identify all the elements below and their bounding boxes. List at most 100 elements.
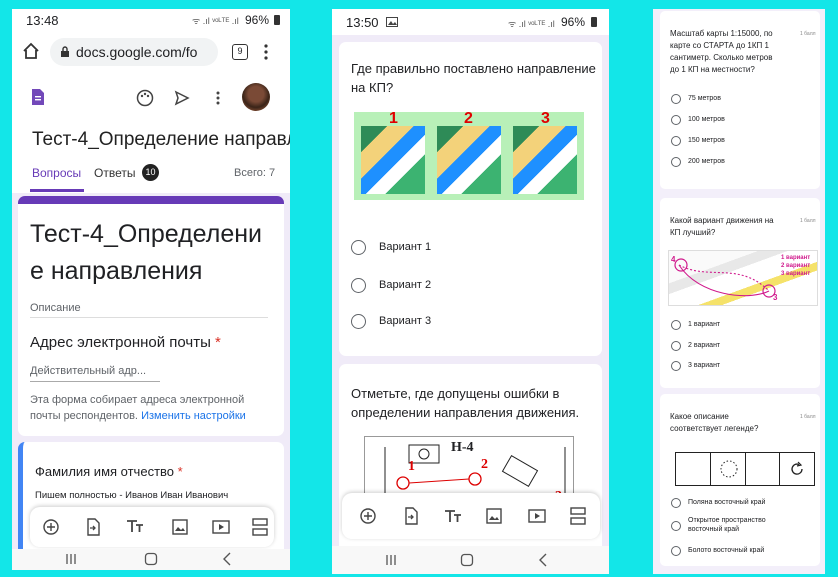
android-nav-bar-2 [332,546,609,574]
legend-option-radio-2[interactable] [671,521,681,531]
home-nav-icon[interactable] [144,552,158,566]
status-battery-2: 96% [561,15,586,29]
add-image-icon-2[interactable] [486,508,502,524]
form-title-header: Тест-4_Определение направл [32,129,290,150]
import-questions-icon[interactable] [86,518,100,536]
required-mark: * [215,334,221,351]
route-map-image: 4 3 1 вариант 2 вариант 3 вариант [668,250,818,306]
question-1-line-2: на КП? [351,80,394,95]
status-time: 13:48 [26,13,59,28]
battery-icon-2 [591,17,597,27]
gallery-notification-icon [386,17,398,27]
clearing-symbol-icon [720,460,738,478]
option-radio-1[interactable] [351,240,366,255]
url-bar[interactable]: docs.google.com/fo [50,38,218,66]
add-section-icon-2[interactable] [570,507,586,525]
legend-cell-4 [780,453,814,485]
add-question-icon-2[interactable] [360,508,376,524]
route-option-radio-2[interactable] [671,341,681,351]
route-option-2[interactable]: 2 вариант [688,342,720,349]
add-section-icon[interactable] [252,518,268,536]
scale-option-4[interactable]: 200 метров [688,158,725,165]
tab-responses[interactable]: Ответы [94,166,135,180]
email-field[interactable]: Действительный адр... [30,365,146,377]
back-nav-icon[interactable] [222,552,232,566]
palette-icon[interactable] [136,89,154,107]
scale-option-radio-2[interactable] [671,115,681,125]
home-icon[interactable] [22,42,40,60]
option-label-3[interactable]: Вариант 3 [379,315,431,327]
form-description[interactable]: Описание [30,302,81,314]
collect-note-text: почты респондентов. [30,410,138,422]
legend-points: 1 балл [800,414,816,420]
tab-questions[interactable]: Вопросы [32,166,81,180]
add-title-icon[interactable] [126,519,144,533]
editor-toolbar-2 [342,493,600,539]
legend-option-radio-1[interactable] [671,498,681,508]
legend-option-radio-3[interactable] [671,546,681,556]
form-more-icon[interactable] [216,91,220,105]
tab-count: 9 [237,46,243,56]
status-time-2: 13:50 [346,15,379,30]
option-radio-2[interactable] [351,278,366,293]
lock-icon [61,46,69,57]
more-menu-icon[interactable] [264,44,268,60]
change-settings-link[interactable]: Изменить настройки [141,410,246,422]
add-video-icon[interactable] [212,520,230,534]
legend-option-2b[interactable]: восточный край [688,526,739,533]
scale-option-radio-1[interactable] [671,94,681,104]
home-nav-icon-2[interactable] [460,553,474,567]
url-text: docs.google.com/fo [76,44,198,60]
collect-note-2: почты респондентов. Изменить настройки [30,410,246,422]
scale-question-line-1: Масштаб карты 1:15000, по [670,29,773,38]
status-bar-2: 13:50 ᯤ .ıl ᵛᵒᴸᵀᴱ .ıl 96% [332,9,609,35]
route-legend-2: 2 вариант [781,263,811,269]
option-radio-3[interactable] [351,314,366,329]
route-option-radio-3[interactable] [671,361,681,371]
legend-symbol-grid [675,452,815,486]
avatar[interactable] [242,83,270,111]
send-icon[interactable] [174,90,190,106]
route-map-number-4: 4 [671,255,676,264]
image-number-1: 1 [389,110,398,127]
total-points: Всего: 7 [234,167,276,179]
scale-option-2[interactable]: 100 метров [688,116,725,123]
add-video-icon-2[interactable] [528,509,546,523]
recent-apps-icon-2[interactable] [385,554,397,566]
question-card-legend[interactable]: Какое описание соответствует легенде? 1 … [660,394,820,566]
scale-option-3[interactable]: 150 метров [688,137,725,144]
question-card-route[interactable]: Какой вариант движения на КП лучший? 1 б… [660,198,820,388]
question-card-scale[interactable]: Масштаб карты 1:15000, по карте со СТАРТ… [660,11,820,189]
scale-question-line-2: карте со СТАРТА до 1КП 1 [670,41,769,50]
forms-header: Тест-4_Определение направл Вопросы Ответ… [12,73,290,193]
scale-option-1[interactable]: 75 метров [688,95,721,102]
diagram-number-1: 1 [408,459,415,474]
add-image-icon[interactable] [172,519,188,535]
question-2-line-2: определении направления движения. [351,405,580,420]
import-questions-icon-2[interactable] [404,507,418,525]
east-side-symbol-icon [791,461,803,475]
email-label-text: Адрес электронной почты [30,334,211,351]
back-nav-icon-2[interactable] [538,553,548,567]
recent-apps-icon[interactable] [65,553,77,565]
legend-option-2a[interactable]: Открытое пространство [688,517,766,524]
status-battery: 96% [245,13,270,27]
scale-option-radio-3[interactable] [671,136,681,146]
route-map-number-3: 3 [773,293,778,302]
tab-switcher-button[interactable]: 9 [232,44,248,60]
route-option-3[interactable]: 3 вариант [688,362,720,369]
legend-cell-1 [676,453,711,485]
option-label-1[interactable]: Вариант 1 [379,241,431,253]
add-title-icon-2[interactable] [444,509,462,523]
legend-option-1[interactable]: Поляна восточный край [688,499,765,506]
add-question-icon[interactable] [43,519,59,535]
legend-option-3[interactable]: Болото восточный край [688,547,764,554]
scale-option-radio-4[interactable] [671,157,681,167]
option-label-2[interactable]: Вариант 2 [379,279,431,291]
route-legend-1: 1 вариант [781,255,811,261]
route-option-1[interactable]: 1 вариант [688,321,720,328]
question-card-direction[interactable]: Где правильно поставлено направление на … [339,42,602,356]
legend-question-line-2: соответствует легенде? [670,424,759,433]
route-option-radio-1[interactable] [671,320,681,330]
editor-toolbar [30,507,274,547]
